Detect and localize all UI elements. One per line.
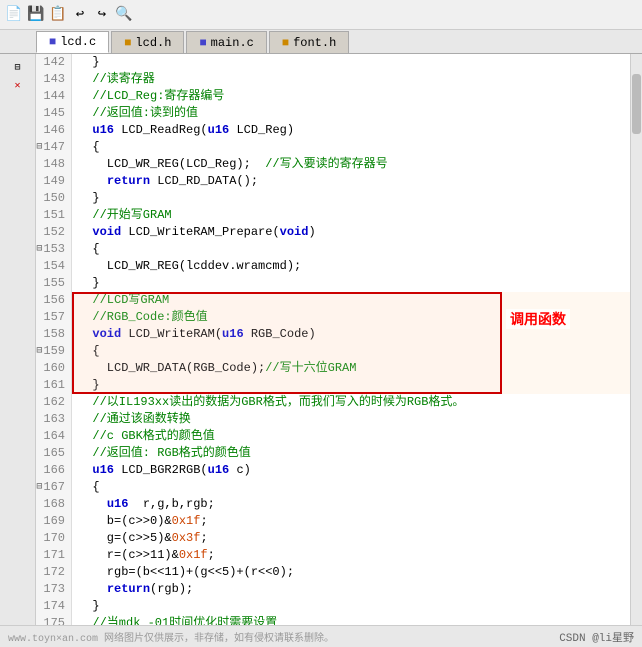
code-line-166[interactable]: u16 LCD_BGR2RGB(u16 c) <box>72 462 630 479</box>
line-number-169: 169 <box>36 513 67 530</box>
code-editor: 142143144145146⊟147148149150151152⊟15315… <box>36 54 630 625</box>
code-line-155[interactable]: } <box>72 275 630 292</box>
code-line-167[interactable]: { <box>72 479 630 496</box>
tab-label-main-c: main.c <box>211 36 254 50</box>
code-line-154[interactable]: LCD_WR_REG(lcddev.wramcmd); <box>72 258 630 275</box>
tab-font-h[interactable]: ■ font.h <box>269 31 349 53</box>
watermark-text: www.toyn×an.com 网络图片仅供展示，非存储，如有侵权请联系删除。 <box>8 629 334 645</box>
line-number-160: 160 <box>36 360 67 377</box>
line-number-166: 166 <box>36 462 67 479</box>
line-number-172: 172 <box>36 564 67 581</box>
line-number-162: 162 <box>36 394 67 411</box>
code-line-168[interactable]: u16 r,g,b,rgb; <box>72 496 630 513</box>
line-number-159: ⊟159 <box>36 343 67 360</box>
scrollbar-vertical[interactable] <box>630 54 642 625</box>
line-number-156: 156 <box>36 292 67 309</box>
code-line-146[interactable]: u16 LCD_ReadReg(u16 LCD_Reg) <box>72 122 630 139</box>
code-line-147[interactable]: { <box>72 139 630 156</box>
line-number-147: ⊟147 <box>36 139 67 156</box>
line-number-165: 165 <box>36 445 67 462</box>
line-number-153: ⊟153 <box>36 241 67 258</box>
line-number-174: 174 <box>36 598 67 615</box>
code-line-143[interactable]: //读寄存器 <box>72 71 630 88</box>
code-line-174[interactable]: } <box>72 598 630 615</box>
line-number-161: 161 <box>36 377 67 394</box>
toolbar-icon-1[interactable]: 📄 <box>4 5 24 25</box>
code-line-165[interactable]: //返回值: RGB格式的颜色值 <box>72 445 630 462</box>
line-number-142: 142 <box>36 54 67 71</box>
code-line-153[interactable]: { <box>72 241 630 258</box>
line-number-171: 171 <box>36 547 67 564</box>
line-number-164: 164 <box>36 428 67 445</box>
line-number-157: 157 <box>36 309 67 326</box>
toolbar-icon-redo[interactable]: ↪ <box>92 5 112 25</box>
line-number-170: 170 <box>36 530 67 547</box>
toolbar-icon-2[interactable]: 💾 <box>26 5 46 25</box>
tab-label-lcd-h: lcd.h <box>135 36 171 50</box>
status-bar: www.toyn×an.com 网络图片仅供展示，非存储，如有侵权请联系删除。 … <box>0 625 642 647</box>
code-line-164[interactable]: //c GBK格式的颜色值 <box>72 428 630 445</box>
tab-lcd-c[interactable]: ■ lcd.c <box>36 31 109 53</box>
line-number-145: 145 <box>36 105 67 122</box>
code-content[interactable]: } //读寄存器 //LCD_Reg:寄存器编号 //返回值:读到的值 u16 … <box>72 54 630 625</box>
left-sidebar: ⊟ ✕ <box>0 54 36 625</box>
line-number-144: 144 <box>36 88 67 105</box>
code-line-175[interactable]: //当mdk -01时间优化时需要设置 <box>72 615 630 625</box>
code-line-148[interactable]: LCD_WR_REG(LCD_Reg); //写入要读的寄存器号 <box>72 156 630 173</box>
code-line-161[interactable]: } <box>72 377 630 394</box>
code-line-151[interactable]: //开始写GRAM <box>72 207 630 224</box>
line-number-152: 152 <box>36 224 67 241</box>
tab-icon-font-h: ■ <box>282 36 289 50</box>
sidebar-toggle[interactable]: ⊟ <box>10 60 26 76</box>
code-line-171[interactable]: r=(c>>11)&0x1f; <box>72 547 630 564</box>
line-numbers: 142143144145146⊟147148149150151152⊟15315… <box>36 54 72 625</box>
line-number-154: 154 <box>36 258 67 275</box>
tab-lcd-h[interactable]: ■ lcd.h <box>111 31 184 53</box>
code-line-173[interactable]: return(rgb); <box>72 581 630 598</box>
code-line-172[interactable]: rgb=(b<<11)+(g<<5)+(r<<0); <box>72 564 630 581</box>
line-number-175: 175 <box>36 615 67 625</box>
tab-label-font-h: font.h <box>293 36 336 50</box>
annotation-label: 调用函数 <box>506 309 570 329</box>
line-number-146: 146 <box>36 122 67 139</box>
line-number-168: 168 <box>36 496 67 513</box>
code-line-162[interactable]: //以IL193xx读出的数据为GBR格式，而我们写入的时候为RGB格式。 <box>72 394 630 411</box>
tab-bar: ■ lcd.c ■ lcd.h ■ main.c ■ font.h <box>0 30 642 54</box>
line-number-163: 163 <box>36 411 67 428</box>
toolbar-icon-3[interactable]: 📋 <box>48 5 68 25</box>
line-number-148: 148 <box>36 156 67 173</box>
line-number-143: 143 <box>36 71 67 88</box>
csdn-text: CSDN @li星野 <box>559 629 634 645</box>
code-line-149[interactable]: return LCD_RD_DATA(); <box>72 173 630 190</box>
code-line-159[interactable]: { <box>72 343 630 360</box>
tab-label-lcd-c: lcd.c <box>60 35 96 49</box>
code-line-145[interactable]: //返回值:读到的值 <box>72 105 630 122</box>
code-line-142[interactable]: } <box>72 54 630 71</box>
line-number-151: 151 <box>36 207 67 224</box>
line-number-158: 158 <box>36 326 67 343</box>
code-line-152[interactable]: void LCD_WriteRAM_Prepare(void) <box>72 224 630 241</box>
tab-icon-main-c: ■ <box>199 36 206 50</box>
tab-main-c[interactable]: ■ main.c <box>186 31 266 53</box>
code-line-144[interactable]: //LCD_Reg:寄存器编号 <box>72 88 630 105</box>
code-line-163[interactable]: //通过该函数转换 <box>72 411 630 428</box>
code-line-170[interactable]: g=(c>>5)&0x3f; <box>72 530 630 547</box>
toolbar-icon-undo[interactable]: ↩ <box>70 5 90 25</box>
line-number-167: ⊟167 <box>36 479 67 496</box>
line-number-155: 155 <box>36 275 67 292</box>
code-line-169[interactable]: b=(c>>0)&0x1f; <box>72 513 630 530</box>
line-number-149: 149 <box>36 173 67 190</box>
toolbar-icon-search[interactable]: 🔍 <box>114 5 134 25</box>
toolbar: 📄 💾 📋 ↩ ↪ 🔍 <box>0 0 642 30</box>
tab-icon-lcd-h: ■ <box>124 36 131 50</box>
code-line-160[interactable]: LCD_WR_DATA(RGB_Code);//写十六位GRAM <box>72 360 630 377</box>
code-line-156[interactable]: //LCD写GRAM <box>72 292 630 309</box>
line-number-150: 150 <box>36 190 67 207</box>
line-number-173: 173 <box>36 581 67 598</box>
code-line-150[interactable]: } <box>72 190 630 207</box>
sidebar-close[interactable]: ✕ <box>10 78 26 94</box>
tab-icon-lcd-c: ■ <box>49 35 56 49</box>
